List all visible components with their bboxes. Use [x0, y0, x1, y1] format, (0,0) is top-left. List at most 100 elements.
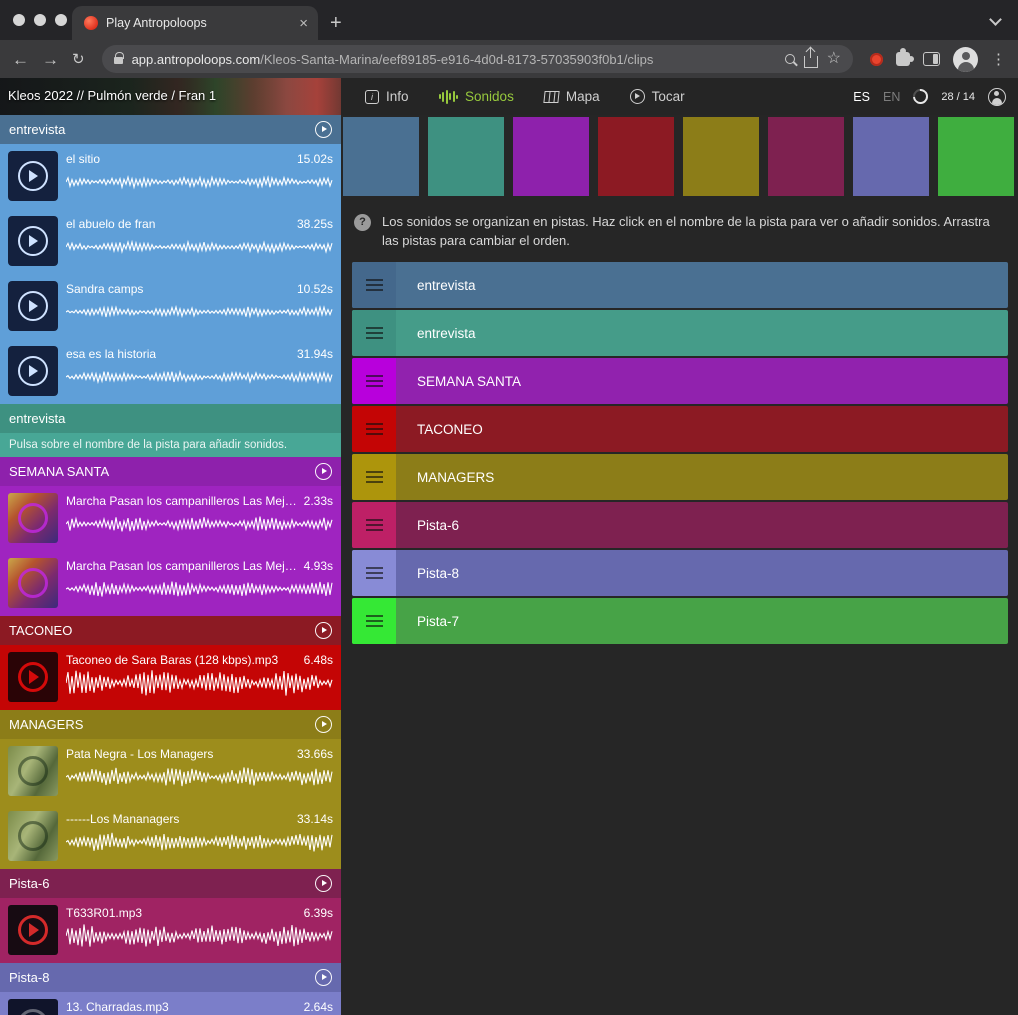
play-track-icon[interactable] [315, 716, 332, 733]
extensions-puzzle-icon[interactable] [896, 52, 910, 66]
help-text: Los sonidos se organizan en pistas. Haz … [382, 212, 1006, 250]
side-panel-icon[interactable] [923, 52, 940, 66]
bookmark-star-icon[interactable]: ☆ [827, 51, 841, 67]
app-nav: i Info Sonidos Mapa Tocar ES EN 28 / 14 [341, 78, 1018, 115]
track-row[interactable]: Pista-8 [352, 550, 1008, 596]
clip[interactable]: Taconeo de Sara Baras (128 kbps).mp36.48… [0, 645, 341, 710]
clip-duration: 33.14s [297, 812, 333, 826]
clip-name: esa es la historia [66, 347, 156, 361]
new-tab-button[interactable]: + [330, 13, 342, 33]
profile-avatar[interactable] [953, 47, 978, 72]
clip[interactable]: el sitio15.02s [0, 144, 341, 209]
track-row[interactable]: MANAGERS [352, 454, 1008, 500]
track-header-label: entrevista [9, 122, 315, 137]
track-clips: el sitio15.02sel abuelo de fran38.25sSan… [0, 144, 341, 404]
clip-thumbnail[interactable] [8, 811, 58, 861]
clip-play-button[interactable] [8, 346, 58, 396]
drag-handle[interactable] [352, 598, 396, 644]
lang-es-button[interactable]: ES [853, 90, 870, 104]
track-swatch[interactable] [343, 117, 419, 196]
track-swatch[interactable] [513, 117, 589, 196]
track-swatch[interactable] [598, 117, 674, 196]
drag-handle[interactable] [352, 502, 396, 548]
address-bar[interactable]: app.antropoloops.com/Kleos-Santa-Marina/… [102, 45, 853, 73]
track-header[interactable]: SEMANA SANTA [0, 457, 341, 486]
nav-mapa[interactable]: Mapa [544, 89, 600, 104]
clip[interactable]: el abuelo de fran38.25s [0, 209, 341, 274]
nav-tocar[interactable]: Tocar [630, 89, 685, 104]
drag-handle[interactable] [352, 358, 396, 404]
minimize-window-button[interactable] [34, 14, 46, 26]
play-track-icon[interactable] [315, 463, 332, 480]
track-color-swatches [341, 115, 1018, 196]
track-row[interactable]: Pista-7 [352, 598, 1008, 644]
record-extension-icon[interactable] [870, 53, 883, 66]
lang-en-button[interactable]: EN [883, 90, 900, 104]
track-clips: Taconeo de Sara Baras (128 kbps).mp36.48… [0, 645, 341, 710]
clip[interactable]: Marcha Pasan los campanilleros Las Mejor… [0, 486, 341, 551]
clip-play-button[interactable] [8, 216, 58, 266]
play-track-icon[interactable] [315, 969, 332, 986]
track-header[interactable]: Pista-8 [0, 963, 341, 992]
clip-play-button[interactable] [8, 281, 58, 331]
clip[interactable]: ------Los Mananagers33.14s [0, 804, 341, 869]
nav-sonidos[interactable]: Sonidos [439, 89, 514, 105]
drag-handle[interactable] [352, 262, 396, 308]
track-header[interactable]: MANAGERS [0, 710, 341, 739]
drag-handle[interactable] [352, 454, 396, 500]
track-row[interactable]: entrevista [352, 262, 1008, 308]
browser-menu-icon[interactable]: ⋮ [991, 50, 1006, 68]
track-row[interactable]: entrevista [352, 310, 1008, 356]
drag-handle[interactable] [352, 550, 396, 596]
clip[interactable]: esa es la historia31.94s [0, 339, 341, 404]
track-clips: Pata Negra - Los Managers33.66s------Los… [0, 739, 341, 869]
track-row[interactable]: SEMANA SANTA [352, 358, 1008, 404]
track-swatch[interactable] [768, 117, 844, 196]
app-content: entrevistael sitio15.02sel abuelo de fra… [0, 115, 1018, 1015]
clip-thumbnail[interactable] [8, 652, 58, 702]
breadcrumb[interactable]: Kleos 2022 // Pulmón verde / Fran 1 [8, 88, 216, 103]
project-banner[interactable]: Kleos 2022 // Pulmón verde / Fran 1 [0, 78, 341, 115]
url-text[interactable]: app.antropoloops.com/Kleos-Santa-Marina/… [132, 52, 776, 67]
track-header[interactable]: Pista-6 [0, 869, 341, 898]
track-row[interactable]: Pista-6 [352, 502, 1008, 548]
play-track-icon[interactable] [315, 875, 332, 892]
forward-button[interactable]: → [42, 51, 59, 68]
share-icon[interactable] [804, 56, 818, 68]
back-button[interactable]: ← [12, 51, 29, 68]
drag-handle[interactable] [352, 310, 396, 356]
track-swatch[interactable] [683, 117, 759, 196]
track-swatch[interactable] [853, 117, 929, 196]
clip-play-button[interactable] [8, 151, 58, 201]
clip-thumbnail[interactable] [8, 558, 58, 608]
window-controls[interactable] [13, 14, 67, 26]
zoom-icon[interactable] [785, 54, 795, 64]
play-track-icon[interactable] [315, 121, 332, 138]
drag-handle[interactable] [352, 406, 396, 452]
track-header[interactable]: entrevista [0, 115, 341, 144]
reload-button[interactable]: ↻ [72, 51, 85, 68]
clip-thumbnail[interactable] [8, 746, 58, 796]
play-track-icon[interactable] [315, 622, 332, 639]
track-header[interactable]: TACONEO [0, 616, 341, 645]
clip[interactable]: Pata Negra - Los Managers33.66s [0, 739, 341, 804]
account-icon[interactable] [988, 88, 1006, 106]
track-swatch[interactable] [428, 117, 504, 196]
clip-thumbnail[interactable] [8, 493, 58, 543]
track-swatch[interactable] [938, 117, 1014, 196]
close-window-button[interactable] [13, 14, 25, 26]
clip[interactable]: Marcha Pasan los campanilleros Las Mejor… [0, 551, 341, 616]
drag-handle-icon [366, 332, 383, 334]
clip[interactable]: T633R01.mp36.39s [0, 898, 341, 963]
clip-thumbnail[interactable] [8, 905, 58, 955]
tab-search-chevron-icon[interactable] [989, 13, 1002, 26]
close-tab-icon[interactable]: × [299, 15, 308, 32]
track-header[interactable]: entrevista [0, 404, 341, 433]
nav-info[interactable]: i Info [365, 89, 409, 104]
clip-thumbnail[interactable] [8, 999, 58, 1015]
zoom-window-button[interactable] [55, 14, 67, 26]
clip[interactable]: Sandra camps10.52s [0, 274, 341, 339]
clip[interactable]: 13. Charradas.mp32.64s [0, 992, 341, 1015]
track-row[interactable]: TACONEO [352, 406, 1008, 452]
browser-tab[interactable]: Play Antropoloops × [72, 6, 318, 40]
